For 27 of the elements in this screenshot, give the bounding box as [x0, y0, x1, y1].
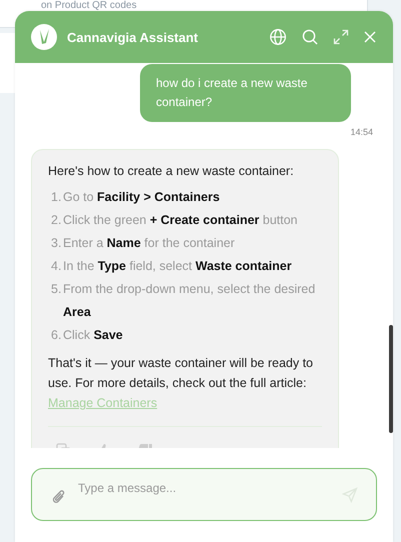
message-text: Here's how to create a new waste container: — [48, 163, 295, 180]
message-time: 14:54 — [350, 127, 373, 137]
scrollbar[interactable] — [389, 325, 393, 433]
close-icon[interactable] — [363, 30, 377, 44]
step-text: Enter a Name for the container — [63, 235, 235, 252]
step-number: 3. — [51, 235, 62, 252]
step-text: Click the green + Create container button — [63, 212, 298, 229]
chat-title: Cannavigia Assistant — [67, 30, 200, 44]
paperclip-icon[interactable] — [52, 488, 66, 504]
message-text: That's it — your waste container will be ready to use. For more details, check out the full article: — [48, 356, 314, 390]
search-icon[interactable] — [301, 28, 319, 46]
step-number: 2. — [51, 212, 62, 229]
user-message: how do i create a new waste container? — [140, 64, 351, 122]
article-link[interactable]: Manage Containers — [48, 393, 158, 413]
step-text: In the Type field, select Waste container — [63, 258, 292, 275]
step-number: 1. — [51, 189, 62, 206]
expand-icon[interactable] — [333, 29, 349, 45]
page-caption: on Product QR codes — [41, 0, 137, 11]
leaf-logo-icon — [31, 24, 57, 50]
step-number: 5. — [51, 281, 62, 298]
step-text: From the drop-down menu, select the desired Area — [63, 281, 316, 321]
step-number: 4. — [51, 258, 62, 275]
message-input[interactable]: Type a message... — [78, 479, 330, 497]
step-text: Click Save — [63, 327, 123, 344]
step-text: Go to Facility > Containers — [63, 189, 220, 206]
step-number: 6. — [51, 327, 62, 344]
globe-icon[interactable] — [269, 28, 287, 46]
